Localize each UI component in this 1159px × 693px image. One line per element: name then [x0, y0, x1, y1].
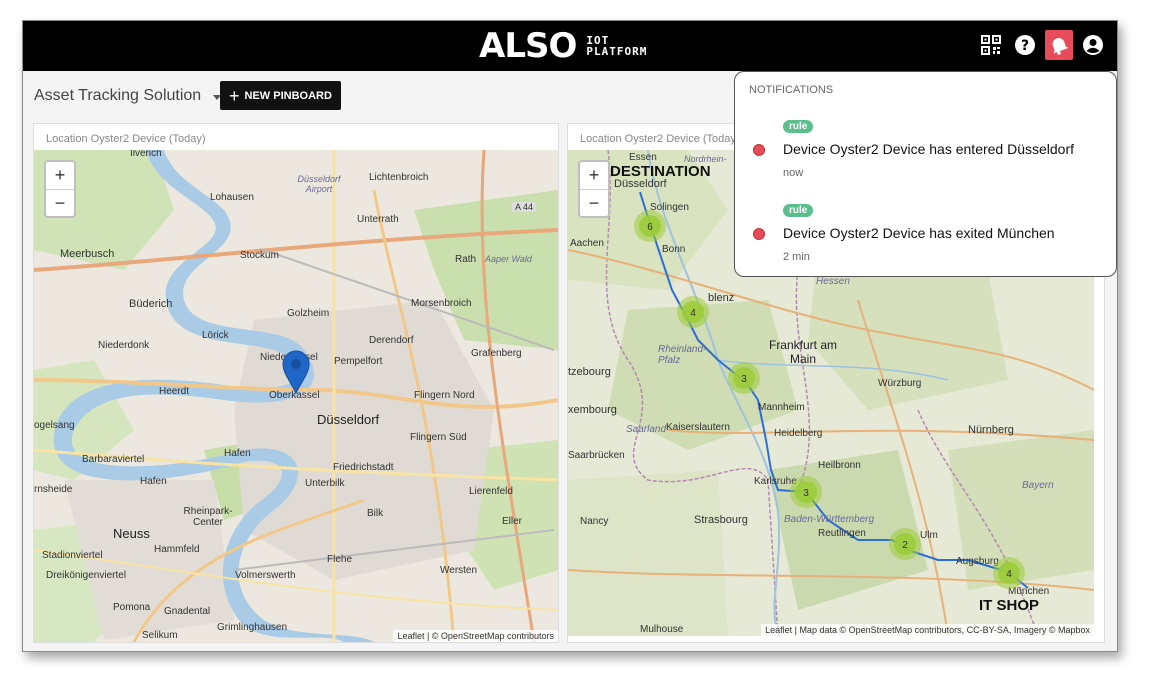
- cluster-marker[interactable]: 4: [677, 296, 709, 328]
- map-label: Bilk: [367, 508, 384, 519]
- cluster-marker[interactable]: 4: [993, 557, 1025, 589]
- map-label: Unterrath: [357, 214, 399, 225]
- logo-sub-line2: PLATFORM: [586, 45, 648, 58]
- map-label: Niederdonk: [98, 340, 150, 351]
- map-label: Hammfeld: [154, 544, 200, 555]
- notifications-heading: NOTIFICATIONS: [749, 84, 834, 96]
- svg-text:?: ?: [1021, 38, 1029, 54]
- solution-selector[interactable]: Asset Tracking Solution: [34, 87, 222, 105]
- map-label: A 44: [512, 202, 537, 212]
- cluster-count: 3: [803, 488, 809, 499]
- cluster-marker[interactable]: 3: [728, 362, 760, 394]
- zoom-out-button[interactable]: −: [46, 190, 74, 217]
- map-label: Lichtenbroich: [369, 172, 429, 183]
- map-label: Aaper Wald: [485, 254, 532, 264]
- map-label: Düsseldorf Airport: [297, 174, 341, 194]
- map-label: Düsseldorf: [317, 412, 380, 427]
- map-label: Golzheim: [287, 308, 330, 319]
- map-label: Rheinpark-Center: [183, 506, 233, 528]
- map-label: Hafen: [224, 448, 251, 459]
- account-icon[interactable]: [1079, 30, 1107, 60]
- also-logo[interactable]: ALSO IOT PLATFORM: [479, 26, 647, 66]
- card-title: Location Oyster2 Device (Today): [46, 133, 206, 145]
- it-shop-label: IT SHOP: [979, 597, 1040, 614]
- map-label: Lierenfeld: [469, 486, 513, 497]
- cluster-count: 4: [1006, 569, 1012, 580]
- help-icon[interactable]: ?: [1011, 30, 1039, 60]
- map-label: Heerdt: [159, 386, 190, 397]
- top-bar: ALSO IOT PLATFORM ?: [23, 21, 1117, 71]
- cluster-marker[interactable]: 3: [790, 476, 822, 508]
- notification-text: Device Oyster2 Device has entered Düssel…: [783, 141, 1075, 157]
- notification-text: Device Oyster2 Device has exited München: [783, 225, 1055, 241]
- map-label: Derendorf: [369, 335, 414, 346]
- qr-code-icon[interactable]: [977, 30, 1005, 60]
- map-label: Eller: [502, 516, 523, 527]
- map-label: Unterbilk: [305, 478, 345, 489]
- notifications-panel: NOTIFICATIONS rule Device Oyster2 Device…: [734, 71, 1117, 277]
- map-label: Lörick: [202, 330, 229, 341]
- map-label: Flingern Nord: [414, 390, 475, 401]
- map-label: Pempelfort: [334, 356, 383, 367]
- map-label: Meerbusch: [60, 248, 115, 260]
- top-icons: ?: [977, 30, 1107, 60]
- map-attribution[interactable]: Leaflet | Map data © OpenStreetMap contr…: [761, 624, 1094, 636]
- map-label: Flingern Süd: [410, 432, 467, 443]
- zoom-in-button[interactable]: +: [580, 162, 608, 190]
- map-label: Friedrichstadt: [333, 462, 394, 473]
- map-label: Grimlinghausen: [217, 622, 288, 633]
- map-label: Dreikönigenviertel: [46, 570, 127, 581]
- logo-brand: ALSO: [479, 26, 577, 66]
- cluster-count: 3: [741, 374, 747, 385]
- map-label: Volmerswerth: [235, 570, 296, 581]
- city-map[interactable]: + − Ilverich Düsseldorf Airport Lohausen…: [34, 150, 558, 642]
- rule-badge: rule: [783, 120, 814, 133]
- map-label: Lohausen: [210, 192, 254, 203]
- logo-sub: IOT PLATFORM: [586, 35, 647, 57]
- cluster-count: 2: [902, 540, 908, 551]
- cluster-count: 4: [690, 308, 696, 319]
- map-label: Stockum: [240, 250, 279, 261]
- solution-selector-label: Asset Tracking Solution: [34, 87, 202, 104]
- map-label: Selikum: [142, 630, 178, 641]
- map-label: Büderich: [129, 298, 173, 310]
- map-label: Wersten: [440, 565, 478, 576]
- cluster-marker[interactable]: 6: [634, 210, 666, 242]
- map-attribution[interactable]: Leaflet | © OpenStreetMap contributors: [393, 630, 558, 642]
- map-label: ogelsang: [34, 420, 75, 431]
- unread-dot-icon: [753, 144, 765, 156]
- notification-time: 2 min: [783, 251, 810, 263]
- cluster-marker[interactable]: 2: [889, 528, 921, 560]
- map-label: Gnadental: [164, 606, 211, 617]
- zoom-in-button[interactable]: +: [46, 162, 74, 190]
- map-label: Neuss: [113, 526, 150, 541]
- map-label: Hafen: [140, 476, 167, 487]
- map-label: rnsheide: [34, 484, 73, 495]
- map-label: Ilverich: [130, 150, 162, 159]
- location-card-city: Location Oyster2 Device (Today) + − Ilve…: [33, 123, 559, 643]
- new-pinboard-label: NEW PINBOARD: [244, 89, 332, 102]
- location-marker-icon[interactable]: [282, 350, 310, 394]
- map-label: Barbaraviertel: [82, 454, 145, 465]
- map-label: Stadionviertel: [42, 550, 103, 561]
- card-title: Location Oyster2 Device (Today): [580, 133, 740, 145]
- zoom-control: + −: [578, 160, 610, 218]
- unread-dot-icon: [753, 228, 765, 240]
- rule-badge: rule: [783, 204, 814, 217]
- plus-icon: +: [229, 85, 240, 106]
- bell-icon[interactable]: [1045, 30, 1073, 60]
- map-label: Pomona: [113, 602, 151, 613]
- map-label: Grafenberg: [471, 348, 522, 359]
- zoom-out-button[interactable]: −: [580, 190, 608, 217]
- cluster-count: 6: [647, 222, 653, 233]
- notification-time: now: [783, 167, 804, 179]
- map-label: Morsenbroich: [411, 298, 472, 309]
- map-label: Flehe: [327, 554, 353, 565]
- zoom-control: + −: [44, 160, 76, 218]
- destination-label: DESTINATION: [610, 163, 711, 180]
- new-pinboard-button[interactable]: + NEW PINBOARD: [220, 81, 341, 110]
- map-label: Rath: [455, 254, 477, 265]
